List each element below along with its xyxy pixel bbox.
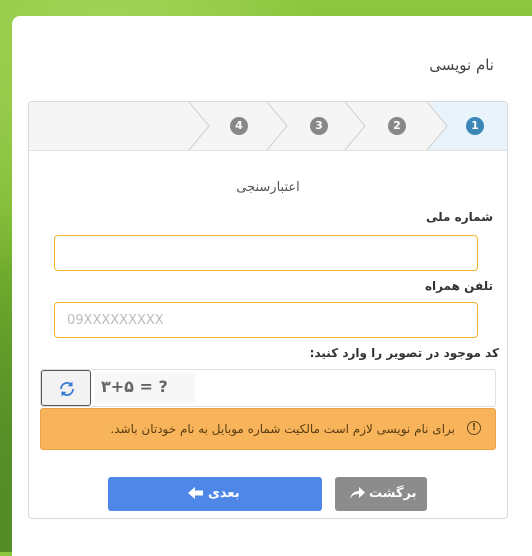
section-title: اعتبارسنجی [236, 180, 300, 195]
next-label: بعدی [208, 486, 240, 501]
mobile-input[interactable] [54, 302, 478, 338]
wizard-step-3[interactable]: 3 [310, 117, 328, 135]
wizard-steps: 1 2 3 4 [29, 102, 507, 151]
national-id-input[interactable] [54, 235, 478, 271]
captcha-refresh-button[interactable] [41, 370, 91, 406]
registration-panel: 1 2 3 4 اعتبارسنجی شماره ملی تلفن همراه … [28, 101, 508, 519]
captcha-input[interactable] [199, 372, 493, 406]
info-icon: ! [467, 421, 481, 435]
refresh-icon [60, 381, 74, 397]
captcha-text: ۳+۵ = ? [101, 377, 168, 396]
captcha-label: کد موجود در تصویر را وارد کنید: [309, 346, 499, 360]
arrow-left-icon [188, 487, 203, 499]
back-button[interactable]: برگشت [335, 477, 427, 511]
mobile-label: تلفن همراه [424, 279, 493, 293]
captcha-image: ۳+۵ = ? [95, 373, 195, 403]
wizard-chevrons [188, 102, 507, 150]
wizard-step-1[interactable]: 1 [466, 117, 484, 135]
captcha-row: ۳+۵ = ? [40, 369, 496, 407]
alert-text: برای نام نویسی لازم است مالکیت شماره موب… [110, 422, 455, 436]
wizard-step-4[interactable]: 4 [230, 117, 248, 135]
ownership-alert: ! برای نام نویسی لازم است مالکیت شماره م… [40, 408, 496, 450]
forward-arrow-icon [350, 487, 365, 499]
national-id-label: شماره ملی [426, 210, 493, 224]
back-label: برگشت [369, 486, 417, 501]
page-title: نام نویسی [429, 56, 494, 74]
wizard-step-2[interactable]: 2 [388, 117, 406, 135]
next-button[interactable]: بعدی [108, 477, 322, 511]
